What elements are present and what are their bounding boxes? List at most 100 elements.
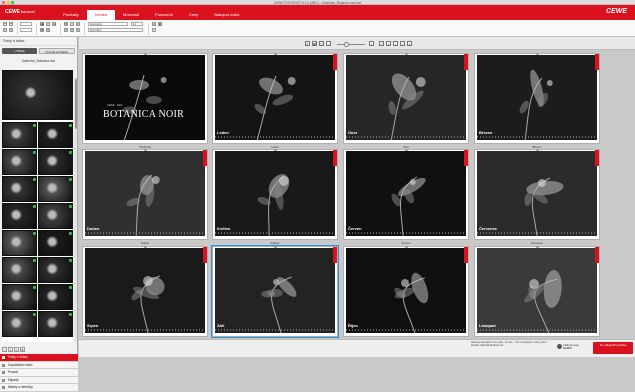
zoom-out-icon[interactable]: − [326,41,331,46]
grid-view-icon[interactable]: ▦ [312,41,317,46]
menu-tab[interactable]: Ceny [181,10,206,20]
flip-v-icon[interactable]: ⇅ [46,28,50,32]
double-page-icon[interactable]: ▭ [319,41,324,46]
list-view-icon[interactable]: ≡ [305,41,310,46]
calendar-page[interactable]: Květen [212,149,338,240]
add-to-cart-button[interactable]: Do nákupního košíku [593,342,633,354]
used-check-icon: ✓ [68,150,72,154]
photo-thumbnail[interactable]: ✓ [2,230,37,256]
align-left-icon[interactable]: ≡ [64,28,68,32]
calendar-page[interactable]: Červen [343,149,469,240]
search-icon[interactable]: ⌕ [14,347,19,352]
send-back-icon[interactable]: ▢ [46,22,50,26]
page-photo[interactable] [346,248,466,333]
align-select[interactable] [20,22,32,26]
photo-thumbnail[interactable]: ✓ [38,176,73,202]
calendar-page[interactable]: Duben [82,149,208,240]
calendar-page[interactable]: Červenec [474,149,600,240]
photo-thumbnail[interactable]: ✓ [2,257,37,283]
zoom-in-icon[interactable]: + [8,347,13,352]
month-label: Srpen [87,323,99,328]
page-photo[interactable] [477,151,597,236]
rotate-select[interactable] [20,28,32,32]
zoom-out-icon[interactable]: − [2,347,7,352]
cut-icon[interactable]: ✂ [3,28,7,32]
zoom-slider-track[interactable] [337,43,365,45]
zoom-slider-knob[interactable] [344,41,349,47]
page-photo[interactable] [85,151,205,236]
photo-thumbnail[interactable]: ✓ [2,284,37,310]
sidebar-nav-item[interactable]: Pozadí [0,369,78,377]
new-folder-button[interactable]: Vytvořit schránku [38,48,75,54]
last-page-icon[interactable]: » [407,41,412,46]
underline-icon[interactable]: U [76,22,80,26]
photo-thumbnail[interactable]: ✓ [38,284,73,310]
calendar-page[interactable]: CEWE · 2024 BOTANICA NOIR [82,53,208,144]
calendar-page[interactable]: Srpen [82,246,208,337]
page-photo[interactable] [346,151,466,236]
photo-thumbnail[interactable]: ✓ [38,311,73,337]
sidebar-nav-item[interactable]: Masky a rámečky [0,384,78,392]
photo-thumbnail[interactable]: ✓ [2,311,37,337]
copy-icon[interactable]: ⎘ [9,28,13,32]
photo-thumbnail[interactable]: ✓ [38,230,73,256]
align-center-icon[interactable]: ≡ [70,28,74,32]
photo-thumbnail[interactable]: ✓ [38,203,73,229]
photo-thumbnail[interactable]: ✓ [38,149,73,175]
page-photo[interactable] [477,55,597,140]
page-photo[interactable] [477,248,597,333]
sidebar-nav-item[interactable]: Fotky a Videa [0,354,78,362]
prev-page-icon[interactable]: ‹ [393,41,398,46]
page-photo[interactable] [215,55,335,140]
flip-h-icon[interactable]: ⇄ [40,28,44,32]
next-page-icon[interactable]: › [400,41,405,46]
menu-tab[interactable]: Pomocník [147,10,181,20]
menu-tab[interactable]: Vzhled [86,10,116,20]
page-photo[interactable] [85,55,205,140]
sort-icon[interactable]: ⇅ [20,347,25,352]
group-icon[interactable]: ⊞ [52,22,56,26]
calendar-page[interactable]: Leden [212,53,338,144]
fit-page-icon[interactable]: ⤢ [379,41,384,46]
add-photos-button[interactable]: + Přidat [2,48,37,54]
line-spacing-icon[interactable]: ↕ [152,28,156,32]
sidebar-nav-item[interactable]: Klipartý [0,376,78,384]
photo-thumbnail[interactable]: ✓ [2,203,37,229]
photo-thumbnail[interactable]: ✓ [38,257,73,283]
fill-color-icon[interactable]: ◧ [158,22,162,26]
photo-thumbnail[interactable]: ✓ [2,176,37,202]
style-select[interactable]: Normální [88,28,143,32]
first-page-icon[interactable]: « [386,41,391,46]
menu-tab[interactable]: Nákupní košík [206,10,247,20]
align-right-icon[interactable]: ≡ [76,28,80,32]
zoom-in-icon[interactable]: + [369,41,374,46]
menu-tab[interactable]: Možnosti [115,10,147,20]
calendar-page[interactable]: Únor [343,53,469,144]
page-photo[interactable] [215,151,335,236]
calendar-page[interactable]: Září [211,245,339,338]
thumbnail-scrollbar[interactable] [74,77,77,342]
calendar-page[interactable]: Listopad [474,246,600,337]
page-photo[interactable] [85,248,205,333]
bold-icon[interactable]: B [64,22,68,26]
italic-icon[interactable]: I [70,22,74,26]
font-size-select[interactable]: 11 [131,22,143,26]
redo-icon[interactable]: ↷ [9,22,13,26]
page-photo[interactable] [215,248,335,333]
photo-thumbnail[interactable]: ✓ [2,122,37,148]
bring-front-icon[interactable]: ▣ [40,22,44,26]
calendar-page[interactable]: Březen [474,53,600,144]
page-photo[interactable] [346,55,466,140]
font-select[interactable]: Helvetica [88,22,128,26]
undo-icon[interactable]: ↶ [3,22,7,26]
menu-tab[interactable]: Produkty [55,10,87,20]
text-color-icon[interactable]: A [152,22,156,26]
photo-thumbnail[interactable]: ✓ [38,122,73,148]
calendar-page[interactable]: Říjen [343,246,469,337]
page-marker [203,247,207,263]
calendar-days-strip [346,329,466,331]
cover-title: BOTANICA NOIR [103,109,185,120]
photo-thumbnail[interactable]: ✓ [2,149,37,175]
sidebar-nav-item[interactable]: Uspořádání strán [0,361,78,369]
photo-thumbnail[interactable] [2,70,73,120]
